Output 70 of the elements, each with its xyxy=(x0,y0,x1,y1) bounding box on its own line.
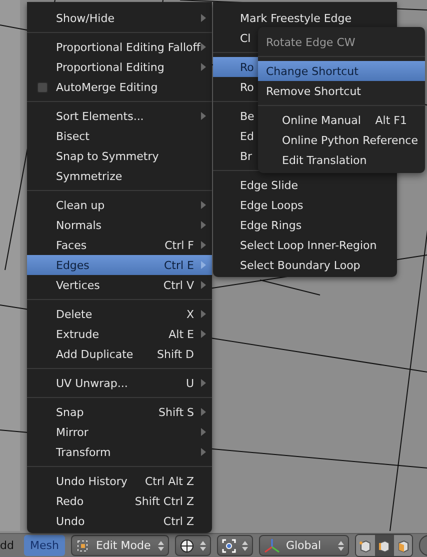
menu-item[interactable]: Mirror xyxy=(27,422,212,442)
cube-vertex-icon xyxy=(358,538,372,552)
menu-item[interactable]: Undo History Ctrl Alt Z xyxy=(27,471,212,491)
dropdown[interactable]: Edit Mode xyxy=(70,535,169,556)
submenu-arrow-icon xyxy=(201,448,206,456)
menu-item[interactable]: Edge Slide xyxy=(213,175,397,195)
select-mode-button[interactable] xyxy=(374,535,394,556)
submenu-arrow-icon xyxy=(201,221,206,229)
dropdown[interactable] xyxy=(216,535,253,556)
submenu-arrow-icon xyxy=(201,201,206,209)
menu-item[interactable]: Snap to Symmetry xyxy=(27,146,212,166)
axes-icon xyxy=(264,538,280,554)
menu-button[interactable]: dd xyxy=(0,535,14,556)
menu-item[interactable]: Add Duplicate Shift D xyxy=(27,344,212,364)
submenu-arrow-icon xyxy=(201,14,206,22)
sphere-icon xyxy=(180,538,194,552)
menu-item[interactable]: UV Unwrap... U xyxy=(27,373,212,393)
menu-item[interactable]: Normals xyxy=(27,215,212,235)
submenu-arrow-icon xyxy=(201,310,206,318)
select-mode-button[interactable] xyxy=(356,535,375,556)
dropdown[interactable]: Global xyxy=(258,535,349,556)
dropdown[interactable] xyxy=(174,535,211,556)
submenu-arrow-icon xyxy=(201,112,206,120)
menu-item[interactable]: Proportional Editing xyxy=(27,57,212,77)
menu-item[interactable]: Redo Shift Ctrl Z xyxy=(27,491,212,511)
menu-item[interactable]: Faces Ctrl F xyxy=(27,235,212,255)
menu-item[interactable]: Edges Ctrl E xyxy=(27,255,212,275)
checkbox[interactable] xyxy=(37,82,48,93)
menu-item[interactable]: Edit Translation xyxy=(258,150,425,170)
menu-item[interactable]: Change Shortcut xyxy=(258,61,425,81)
menu-item[interactable]: Undo Ctrl Z xyxy=(27,511,212,531)
menu-item[interactable]: Bisect xyxy=(27,126,212,146)
menu-item[interactable]: Mark Freestyle Edge xyxy=(213,8,397,28)
pivot-icon xyxy=(222,538,236,552)
submenu-arrow-icon xyxy=(201,408,206,416)
menu-item[interactable]: Select Boundary Loop xyxy=(213,255,397,275)
submenu-arrow-icon xyxy=(201,428,206,436)
submenu-arrow-icon xyxy=(201,261,206,269)
menu-item[interactable]: Online Manual Alt F1 xyxy=(258,110,425,130)
menu-item[interactable]: Sort Elements... xyxy=(27,106,212,126)
menu-item[interactable]: Online Python Reference xyxy=(258,130,425,150)
cube-edge-icon xyxy=(377,538,392,552)
menu-item[interactable]: Snap Shift S xyxy=(27,402,212,422)
menu-item[interactable]: Proportional Editing Falloff xyxy=(27,37,212,57)
submenu-arrow-icon xyxy=(201,63,206,71)
menu-item[interactable]: Transform xyxy=(27,442,212,462)
updown-arrows-icon xyxy=(338,540,344,552)
menu-item[interactable]: Symmetrize xyxy=(27,166,212,186)
menu-item[interactable]: Extrude Alt E xyxy=(27,324,212,344)
submenu-arrow-icon xyxy=(201,241,206,249)
menu-item[interactable]: Remove Shortcut xyxy=(258,81,425,101)
menu-item[interactable]: AutoMerge Editing xyxy=(27,77,212,97)
menu-item[interactable]: Select Loop Inner-Region xyxy=(213,235,397,255)
menu-item[interactable]: Edge Rings xyxy=(213,215,397,235)
submenu-arrow-icon xyxy=(201,43,206,51)
submenu-arrow-icon xyxy=(201,379,206,387)
updown-arrows-icon xyxy=(200,540,206,552)
menu-item[interactable]: Clean up xyxy=(27,195,212,215)
submenu-arrow-icon xyxy=(201,330,206,338)
updown-arrows-icon xyxy=(242,540,248,552)
menu-item[interactable]: Show/Hide xyxy=(27,8,212,28)
updown-arrows-icon xyxy=(158,540,164,552)
cube-face-icon xyxy=(396,538,410,552)
popup-title: Rotate Edge CW xyxy=(265,34,356,50)
submenu-arrow-icon xyxy=(201,281,206,289)
mesh-mode-icon xyxy=(76,538,90,552)
menu-item[interactable]: Vertices Ctrl V xyxy=(27,275,212,295)
menu-item[interactable]: Edge Loops xyxy=(213,195,397,215)
menu-item[interactable]: Delete X xyxy=(27,304,212,324)
select-mode-button[interactable] xyxy=(394,535,412,556)
